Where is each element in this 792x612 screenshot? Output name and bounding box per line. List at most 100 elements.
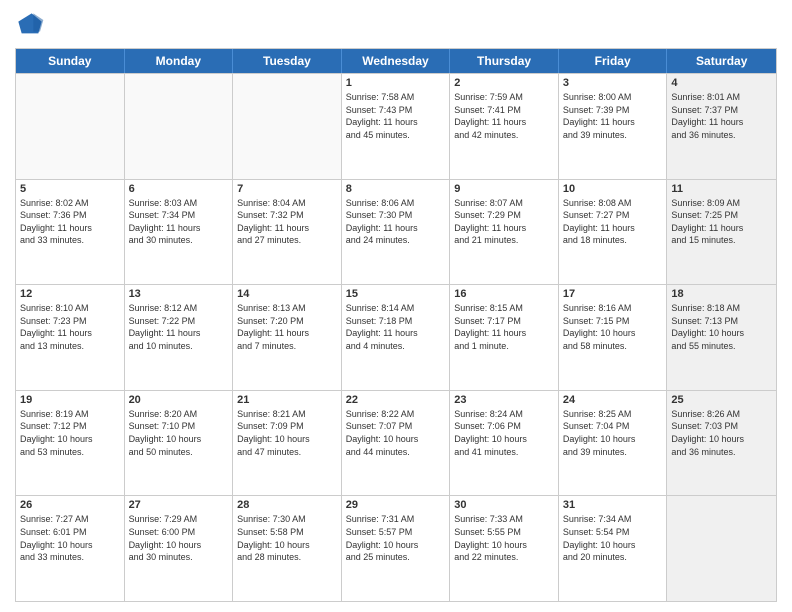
week-1: 1 Sunrise: 7:58 AM Sunset: 7:43 PM Daylig… bbox=[16, 73, 776, 179]
day-number-1: 1 bbox=[346, 77, 446, 89]
day-28: 28 Sunrise: 7:30 AM Sunset: 5:58 PM Dayli… bbox=[233, 496, 342, 601]
day-info-4: Sunrise: 8:01 AM Sunset: 7:37 PM Dayligh… bbox=[671, 91, 772, 141]
day-number-9: 9 bbox=[454, 183, 554, 195]
day-info-26: Sunrise: 7:27 AM Sunset: 6:01 PM Dayligh… bbox=[20, 513, 120, 563]
day-info-25: Sunrise: 8:26 AM Sunset: 7:03 PM Dayligh… bbox=[671, 408, 772, 458]
day-number-3: 3 bbox=[563, 77, 663, 89]
day-29: 29 Sunrise: 7:31 AM Sunset: 5:57 PM Dayli… bbox=[342, 496, 451, 601]
day-10: 10 Sunrise: 8:08 AM Sunset: 7:27 PM Dayli… bbox=[559, 180, 668, 285]
calendar: SundayMondayTuesdayWednesdayThursdayFrid… bbox=[15, 48, 777, 602]
header-friday: Friday bbox=[559, 49, 668, 73]
day-16: 16Sunrise: 8:15 AM Sunset: 7:17 PM Dayli… bbox=[450, 285, 559, 390]
day-26: 26 Sunrise: 7:27 AM Sunset: 6:01 PM Dayli… bbox=[16, 496, 125, 601]
day-number-12: 12 bbox=[20, 288, 120, 300]
day-info-17: Sunrise: 8:16 AM Sunset: 7:15 PM Dayligh… bbox=[563, 302, 663, 352]
day-number-26: 26 bbox=[20, 499, 120, 511]
day-2: 2 Sunrise: 7:59 AM Sunset: 7:41 PM Daylig… bbox=[450, 74, 559, 179]
day-info-10: Sunrise: 8:08 AM Sunset: 7:27 PM Dayligh… bbox=[563, 197, 663, 247]
day-12: 12Sunrise: 8:10 AM Sunset: 7:23 PM Dayli… bbox=[16, 285, 125, 390]
day-info-1: Sunrise: 7:58 AM Sunset: 7:43 PM Dayligh… bbox=[346, 91, 446, 141]
day-number-6: 6 bbox=[129, 183, 229, 195]
day-22: 22 Sunrise: 8:22 AM Sunset: 7:07 PM Dayli… bbox=[342, 391, 451, 496]
day-17: 17 Sunrise: 8:16 AM Sunset: 7:15 PM Dayli… bbox=[559, 285, 668, 390]
logo-icon bbox=[15, 10, 45, 40]
day-20: 20Sunrise: 8:20 AM Sunset: 7:10 PM Dayli… bbox=[125, 391, 234, 496]
day-info-23: Sunrise: 8:24 AM Sunset: 7:06 PM Dayligh… bbox=[454, 408, 554, 458]
day-30: 30 Sunrise: 7:33 AM Sunset: 5:55 PM Dayli… bbox=[450, 496, 559, 601]
day-number-28: 28 bbox=[237, 499, 337, 511]
day-number-19: 19 bbox=[20, 394, 120, 406]
day-number-29: 29 bbox=[346, 499, 446, 511]
week-5: 26 Sunrise: 7:27 AM Sunset: 6:01 PM Dayli… bbox=[16, 495, 776, 601]
week-2: 5 Sunrise: 8:02 AM Sunset: 7:36 PM Daylig… bbox=[16, 179, 776, 285]
day-number-18: 18 bbox=[671, 288, 772, 300]
day-info-16: Sunrise: 8:15 AM Sunset: 7:17 PM Dayligh… bbox=[454, 302, 554, 352]
day-info-27: Sunrise: 7:29 AM Sunset: 6:00 PM Dayligh… bbox=[129, 513, 229, 563]
day-9: 9 Sunrise: 8:07 AM Sunset: 7:29 PM Daylig… bbox=[450, 180, 559, 285]
day-info-30: Sunrise: 7:33 AM Sunset: 5:55 PM Dayligh… bbox=[454, 513, 554, 563]
day-info-9: Sunrise: 8:07 AM Sunset: 7:29 PM Dayligh… bbox=[454, 197, 554, 247]
empty-cell bbox=[667, 496, 776, 601]
day-13: 13Sunrise: 8:12 AM Sunset: 7:22 PM Dayli… bbox=[125, 285, 234, 390]
day-24: 24Sunrise: 8:25 AM Sunset: 7:04 PM Dayli… bbox=[559, 391, 668, 496]
header-sunday: Sunday bbox=[16, 49, 125, 73]
day-number-22: 22 bbox=[346, 394, 446, 406]
day-number-10: 10 bbox=[563, 183, 663, 195]
day-info-15: Sunrise: 8:14 AM Sunset: 7:18 PM Dayligh… bbox=[346, 302, 446, 352]
day-number-15: 15 bbox=[346, 288, 446, 300]
day-number-5: 5 bbox=[20, 183, 120, 195]
header-tuesday: Tuesday bbox=[233, 49, 342, 73]
day-number-30: 30 bbox=[454, 499, 554, 511]
day-5: 5 Sunrise: 8:02 AM Sunset: 7:36 PM Daylig… bbox=[16, 180, 125, 285]
day-number-8: 8 bbox=[346, 183, 446, 195]
day-14: 14 Sunrise: 8:13 AM Sunset: 7:20 PM Dayli… bbox=[233, 285, 342, 390]
calendar-header: SundayMondayTuesdayWednesdayThursdayFrid… bbox=[16, 49, 776, 73]
day-19: 19Sunrise: 8:19 AM Sunset: 7:12 PM Dayli… bbox=[16, 391, 125, 496]
header-wednesday: Wednesday bbox=[342, 49, 451, 73]
day-number-13: 13 bbox=[129, 288, 229, 300]
header-monday: Monday bbox=[125, 49, 234, 73]
empty-cell bbox=[125, 74, 234, 179]
day-31: 31 Sunrise: 7:34 AM Sunset: 5:54 PM Dayli… bbox=[559, 496, 668, 601]
empty-cell bbox=[16, 74, 125, 179]
day-number-24: 24 bbox=[563, 394, 663, 406]
day-8: 8 Sunrise: 8:06 AM Sunset: 7:30 PM Daylig… bbox=[342, 180, 451, 285]
day-info-31: Sunrise: 7:34 AM Sunset: 5:54 PM Dayligh… bbox=[563, 513, 663, 563]
day-info-5: Sunrise: 8:02 AM Sunset: 7:36 PM Dayligh… bbox=[20, 197, 120, 247]
day-info-2: Sunrise: 7:59 AM Sunset: 7:41 PM Dayligh… bbox=[454, 91, 554, 141]
day-23: 23Sunrise: 8:24 AM Sunset: 7:06 PM Dayli… bbox=[450, 391, 559, 496]
day-info-8: Sunrise: 8:06 AM Sunset: 7:30 PM Dayligh… bbox=[346, 197, 446, 247]
day-6: 6 Sunrise: 8:03 AM Sunset: 7:34 PM Daylig… bbox=[125, 180, 234, 285]
day-18: 18Sunrise: 8:18 AM Sunset: 7:13 PM Dayli… bbox=[667, 285, 776, 390]
day-number-14: 14 bbox=[237, 288, 337, 300]
day-number-4: 4 bbox=[671, 77, 772, 89]
day-4: 4 Sunrise: 8:01 AM Sunset: 7:37 PM Daylig… bbox=[667, 74, 776, 179]
day-number-2: 2 bbox=[454, 77, 554, 89]
day-number-17: 17 bbox=[563, 288, 663, 300]
day-15: 15 Sunrise: 8:14 AM Sunset: 7:18 PM Dayli… bbox=[342, 285, 451, 390]
day-number-31: 31 bbox=[563, 499, 663, 511]
day-number-7: 7 bbox=[237, 183, 337, 195]
day-11: 11Sunrise: 8:09 AM Sunset: 7:25 PM Dayli… bbox=[667, 180, 776, 285]
day-info-11: Sunrise: 8:09 AM Sunset: 7:25 PM Dayligh… bbox=[671, 197, 772, 247]
header bbox=[15, 10, 777, 40]
day-7: 7 Sunrise: 8:04 AM Sunset: 7:32 PM Daylig… bbox=[233, 180, 342, 285]
day-info-6: Sunrise: 8:03 AM Sunset: 7:34 PM Dayligh… bbox=[129, 197, 229, 247]
day-number-20: 20 bbox=[129, 394, 229, 406]
day-21: 21 Sunrise: 8:21 AM Sunset: 7:09 PM Dayli… bbox=[233, 391, 342, 496]
day-info-28: Sunrise: 7:30 AM Sunset: 5:58 PM Dayligh… bbox=[237, 513, 337, 563]
day-info-14: Sunrise: 8:13 AM Sunset: 7:20 PM Dayligh… bbox=[237, 302, 337, 352]
day-number-21: 21 bbox=[237, 394, 337, 406]
header-saturday: Saturday bbox=[667, 49, 776, 73]
page: SundayMondayTuesdayWednesdayThursdayFrid… bbox=[0, 0, 792, 612]
day-info-22: Sunrise: 8:22 AM Sunset: 7:07 PM Dayligh… bbox=[346, 408, 446, 458]
day-25: 25Sunrise: 8:26 AM Sunset: 7:03 PM Dayli… bbox=[667, 391, 776, 496]
week-4: 19Sunrise: 8:19 AM Sunset: 7:12 PM Dayli… bbox=[16, 390, 776, 496]
logo bbox=[15, 10, 49, 40]
day-info-7: Sunrise: 8:04 AM Sunset: 7:32 PM Dayligh… bbox=[237, 197, 337, 247]
week-3: 12Sunrise: 8:10 AM Sunset: 7:23 PM Dayli… bbox=[16, 284, 776, 390]
day-3: 3Sunrise: 8:00 AM Sunset: 7:39 PM Daylig… bbox=[559, 74, 668, 179]
header-thursday: Thursday bbox=[450, 49, 559, 73]
day-info-21: Sunrise: 8:21 AM Sunset: 7:09 PM Dayligh… bbox=[237, 408, 337, 458]
day-info-29: Sunrise: 7:31 AM Sunset: 5:57 PM Dayligh… bbox=[346, 513, 446, 563]
